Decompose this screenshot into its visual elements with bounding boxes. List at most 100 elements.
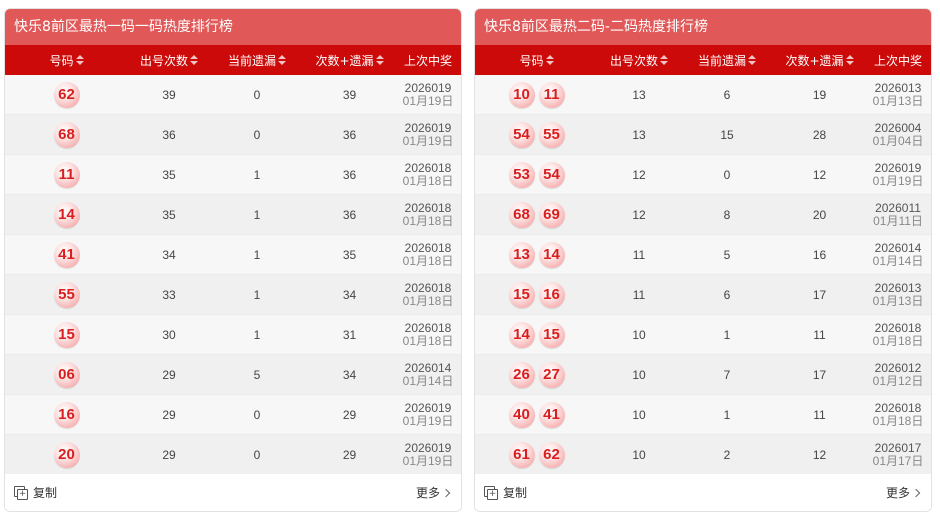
issue-number: 2026018 (404, 160, 452, 175)
more-link[interactable]: 更多 (416, 484, 451, 501)
issue-number: 2026014 (874, 240, 922, 255)
issue-date: 01月19日 (402, 413, 454, 428)
table-row: 14 15 10 1 11 2026018 01月18日 (475, 315, 931, 355)
sum-cell: 36 (342, 167, 357, 182)
number-cell: 26 27 (475, 355, 598, 395)
table-row: 13 14 11 5 16 2026014 01月14日 (475, 235, 931, 275)
number-cell: 06 (5, 355, 128, 395)
copy-icon (484, 486, 498, 500)
miss-cell: 0 (253, 447, 261, 462)
miss-cell: 1 (253, 207, 261, 222)
number-ball: 11 (53, 161, 80, 188)
number-ball: 62 (53, 81, 80, 108)
chevron-right-icon (441, 488, 451, 497)
header-count[interactable]: 出号次数 (128, 45, 210, 75)
table-row: 16 29 0 29 2026019 01月19日 (5, 395, 461, 435)
issue-number: 2026013 (874, 280, 922, 295)
number-ball: 69 (538, 201, 565, 228)
sort-icon[interactable] (190, 55, 198, 65)
number-ball: 06 (53, 361, 80, 388)
last-win-cell: 2026019 01月19日 (395, 75, 461, 115)
issue-number: 2026019 (404, 80, 452, 95)
sort-icon[interactable] (845, 55, 854, 65)
sum-cell: 34 (342, 287, 357, 302)
table-row: 10 11 13 6 19 2026013 01月13日 (475, 75, 931, 115)
table-row: 54 55 13 15 28 2026004 01月04日 (475, 115, 931, 155)
number-ball: 14 (508, 321, 535, 348)
number-ball: 27 (538, 361, 565, 388)
table-row: 40 41 10 1 11 2026018 01月18日 (475, 395, 931, 435)
number-cell: 40 41 (475, 395, 598, 435)
last-win-cell: 2026019 01月19日 (395, 435, 461, 475)
table-row: 14 35 1 36 2026018 01月18日 (5, 195, 461, 235)
miss-cell: 0 (253, 407, 261, 422)
number-cell: 15 (5, 315, 128, 355)
issue-number: 2026014 (404, 360, 452, 375)
miss-cell: 1 (253, 167, 261, 182)
header-count[interactable]: 出号次数 (598, 45, 680, 75)
sort-icon[interactable] (278, 55, 286, 65)
last-win-cell: 2026017 01月17日 (865, 435, 931, 475)
number-ball: 62 (538, 441, 565, 468)
miss-cell: 15 (720, 127, 734, 142)
issue-number: 2026018 (404, 240, 452, 255)
number-ball: 68 (53, 121, 80, 148)
header-number[interactable]: 号码 (475, 45, 598, 75)
miss-cell: 5 (723, 247, 731, 262)
issue-date: 01月18日 (402, 293, 454, 308)
number-cell: 55 (5, 275, 128, 315)
sum-cell: 28 (812, 127, 827, 142)
miss-cell: 2 (723, 447, 731, 462)
issue-number: 2026017 (874, 440, 922, 455)
number-ball: 14 (538, 241, 565, 268)
number-ball: 16 (538, 281, 565, 308)
sum-cell: 17 (812, 287, 827, 302)
issue-number: 2026018 (404, 280, 452, 295)
copy-button[interactable]: 复制 (484, 484, 527, 501)
sum-cell: 35 (342, 247, 357, 262)
header-sum[interactable]: 次数+遗漏 (774, 45, 865, 75)
miss-cell: 6 (723, 287, 731, 302)
miss-cell: 5 (253, 367, 261, 382)
panel-title: 快乐8前区最热二码-二码热度排行榜 (475, 9, 931, 45)
last-win-cell: 2026013 01月13日 (865, 75, 931, 115)
sort-icon[interactable] (545, 55, 554, 65)
header-number[interactable]: 号码 (5, 45, 128, 75)
more-link[interactable]: 更多 (886, 484, 921, 501)
table-body: 62 39 0 39 2026019 01月19日 68 36 0 36 2026019 01月19日… (5, 75, 461, 475)
count-cell: 10 (632, 407, 646, 422)
table-row: 06 29 5 34 2026014 01月14日 (5, 355, 461, 395)
number-cell: 61 62 (475, 435, 598, 475)
sort-icon[interactable] (375, 55, 384, 65)
number-ball: 53 (508, 161, 535, 188)
sum-cell: 36 (342, 127, 357, 142)
issue-number: 2026004 (874, 120, 922, 135)
issue-date: 01月14日 (872, 253, 924, 268)
count-cell: 33 (162, 287, 176, 302)
issue-date: 01月19日 (872, 173, 924, 188)
count-cell: 11 (632, 287, 646, 302)
issue-date: 01月18日 (402, 333, 454, 348)
miss-cell: 0 (253, 127, 261, 142)
header-sum[interactable]: 次数+遗漏 (304, 45, 395, 75)
sum-cell: 39 (342, 87, 357, 102)
copy-button[interactable]: 复制 (14, 484, 57, 501)
sort-icon[interactable] (660, 55, 668, 65)
sort-icon[interactable] (75, 55, 84, 65)
issue-number: 2026012 (874, 360, 922, 375)
issue-number: 2026018 (874, 400, 922, 415)
sort-icon[interactable] (748, 55, 756, 65)
sum-cell: 16 (812, 247, 827, 262)
sum-cell: 31 (342, 327, 357, 342)
header-miss[interactable]: 当前遗漏 (210, 45, 304, 75)
number-cell: 10 11 (475, 75, 598, 115)
last-win-cell: 2026014 01月14日 (395, 355, 461, 395)
issue-date: 01月18日 (402, 213, 454, 228)
issue-number: 2026019 (404, 440, 452, 455)
table-header: 号码 出号次数 当前遗漏 次数+遗漏 上次中奖 (475, 45, 931, 75)
number-cell: 68 (5, 115, 128, 155)
miss-cell: 1 (253, 247, 261, 262)
number-ball: 54 (508, 121, 535, 148)
header-miss[interactable]: 当前遗漏 (680, 45, 774, 75)
header-last-win: 上次中奖 (403, 53, 452, 68)
